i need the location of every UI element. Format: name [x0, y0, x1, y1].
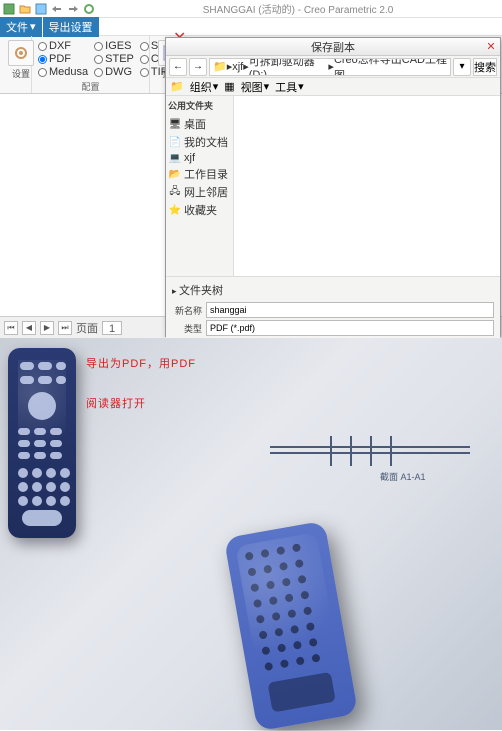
save-copy-dialog: 保存副本 ✕ ← → 📁 ▸ xjf ▸ 可拆卸驱动器 (D:) ▸ Creo怎…: [165, 37, 501, 337]
toolbar-view[interactable]: 视图▾: [241, 79, 270, 95]
annotation-text: 导出为PDF，用PDF 阅读器打开: [86, 344, 196, 424]
desktop-icon: 🖥: [169, 118, 181, 130]
remote-control-2: [224, 521, 358, 731]
network-icon: 🖧: [169, 186, 181, 198]
menu-export-settings[interactable]: 导出设置: [43, 17, 99, 37]
format-medusa[interactable]: Medusa: [38, 66, 88, 78]
sidebar-item-user[interactable]: 💻xjf: [168, 151, 231, 165]
drawing-label: 截面 A1-A1: [380, 470, 426, 483]
technical-drawing: 截面 A1-A1: [270, 416, 480, 496]
annotation-line1: 导出为PDF，用PDF: [86, 344, 196, 384]
folder-icon: 📂: [169, 168, 181, 180]
dialog-close-button[interactable]: ✕: [484, 39, 498, 53]
first-page-button[interactable]: ⏮: [4, 321, 18, 335]
last-page-button[interactable]: ⏭: [58, 321, 72, 335]
page-number: 1: [102, 321, 122, 335]
path-dropdown[interactable]: ▾: [453, 58, 471, 76]
menu-file[interactable]: 文件▾: [0, 17, 42, 37]
gear-icon: [8, 40, 34, 66]
sidebar-item-documents[interactable]: 📄我的文档: [168, 133, 231, 151]
dialog-navbar: ← → 📁 ▸ xjf ▸ 可拆卸驱动器 (D:) ▸ Creo怎样导出CAD工…: [166, 56, 500, 78]
ribbon-group-formats: DXF IGES Stheno PDF STEP CGM Medusa DWG …: [32, 36, 150, 93]
nav-back-button[interactable]: ←: [169, 58, 187, 76]
new-file-icon[interactable]: [2, 2, 16, 16]
next-page-button[interactable]: ▶: [40, 321, 54, 335]
format-step[interactable]: STEP: [94, 53, 134, 65]
save-icon[interactable]: [34, 2, 48, 16]
annotation-line2: 阅读器打开: [86, 384, 196, 424]
folder-icon: 📁: [213, 60, 227, 73]
chevron-down-icon: ▾: [298, 80, 304, 93]
redo-icon[interactable]: [66, 2, 80, 16]
nav-fwd-button[interactable]: →: [189, 58, 207, 76]
sidebar-item-network[interactable]: 🖧网上邻居: [168, 183, 231, 201]
newname-input[interactable]: [206, 302, 494, 318]
open-file-icon[interactable]: [18, 2, 32, 16]
field-newname-row: 新名称: [172, 302, 494, 318]
dialog-file-list[interactable]: [234, 96, 500, 276]
dialog-titlebar: 保存副本 ✕: [166, 38, 500, 56]
format-pdf[interactable]: PDF: [38, 53, 88, 65]
dialog-sidebar: 公用文件夹 🖥桌面 📄我的文档 💻xjf 📂工作目录 🖧网上邻居 ⭐收藏夹: [166, 96, 234, 276]
type-label: 类型: [172, 322, 202, 335]
sidebar-item-workdir[interactable]: 📂工作目录: [168, 165, 231, 183]
sidebar-item-desktop[interactable]: 🖥桌面: [168, 115, 231, 133]
folder-tree-toggle[interactable]: ▸ 文件夹树: [172, 280, 494, 300]
chevron-down-icon: ▾: [30, 20, 36, 33]
format-dxf[interactable]: DXF: [38, 40, 88, 52]
sidebar-item-favorites[interactable]: ⭐收藏夹: [168, 201, 231, 219]
path-breadcrumb[interactable]: 📁 ▸ xjf ▸ 可拆卸驱动器 (D:) ▸ Creo怎样导出CAD工程图: [209, 58, 451, 76]
ribbon-group-label-config: 配置: [36, 80, 145, 93]
dialog-body: 公用文件夹 🖥桌面 📄我的文档 💻xjf 📂工作目录 🖧网上邻居 ⭐收藏夹: [166, 96, 500, 276]
dialog-toolbar: 📁 组织▾ ▦ 视图▾ 工具▾: [166, 78, 500, 96]
quick-access-toolbar: [2, 2, 96, 16]
computer-icon: 💻: [169, 152, 181, 164]
menubar: 文件▾ 导出设置: [0, 18, 502, 36]
titlebar: SHANGGAI (活动的) - Creo Parametric 2.0: [0, 0, 502, 18]
chevron-down-icon: ▾: [264, 80, 270, 93]
documents-icon: 📄: [169, 136, 181, 148]
dialog-title: 保存副本: [311, 39, 355, 55]
type-input[interactable]: [206, 320, 494, 336]
format-dwg[interactable]: DWG: [94, 66, 134, 78]
format-radio-grid: DXF IGES Stheno PDF STEP CGM Medusa DWG …: [36, 38, 145, 80]
page-label: 页面: [76, 320, 98, 336]
newname-label: 新名称: [172, 304, 202, 317]
format-iges[interactable]: IGES: [94, 40, 134, 52]
app-title: SHANGGAI (活动的) - Creo Parametric 2.0: [96, 1, 500, 16]
undo-icon[interactable]: [50, 2, 64, 16]
chevron-down-icon: ▾: [213, 80, 219, 93]
toolbar-views-icon[interactable]: ▦: [224, 80, 234, 93]
remote-control-1: [8, 348, 76, 538]
toolbar-organize[interactable]: 组织▾: [190, 79, 219, 95]
star-icon: ⭐: [169, 204, 181, 216]
field-type-row: 类型: [172, 320, 494, 336]
toolbar-tools[interactable]: 工具▾: [275, 79, 304, 95]
regen-icon[interactable]: [82, 2, 96, 16]
ribbon-group-settings: 设置: [0, 36, 32, 93]
toolbar-new-folder-icon[interactable]: 📁: [170, 80, 184, 93]
sidebar-header: 公用文件夹: [168, 99, 231, 112]
search-button[interactable]: 搜索: [473, 58, 497, 76]
photo-region: 导出为PDF，用PDF 阅读器打开 截面 A1-A1: [0, 338, 502, 730]
prev-page-button[interactable]: ◀: [22, 321, 36, 335]
